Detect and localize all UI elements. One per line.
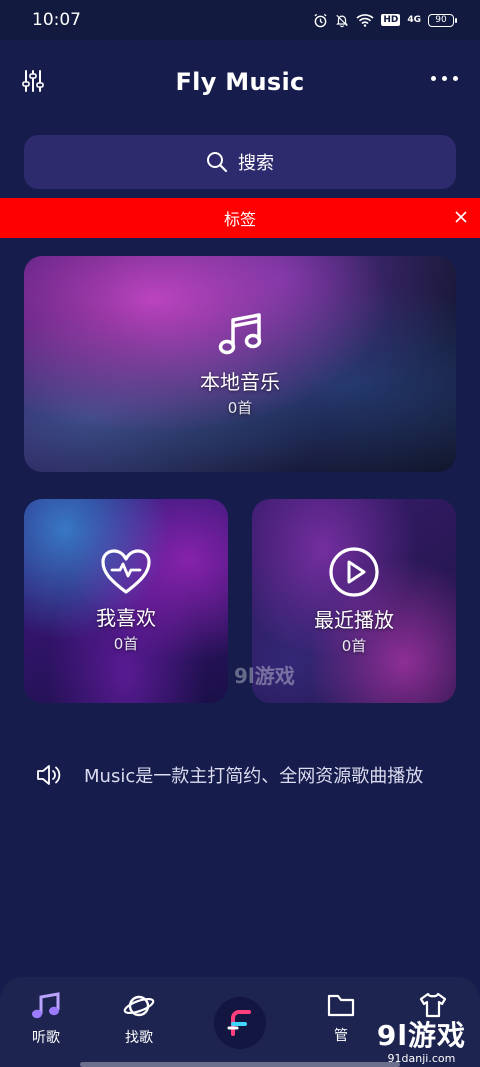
favorites-card[interactable]: 我喜欢 0首 bbox=[24, 499, 228, 703]
recent-played-title: 最近播放 bbox=[314, 608, 394, 632]
announcement-marquee: Music是一款主打简约、全网资源歌曲播放 bbox=[36, 760, 446, 790]
favorites-title: 我喜欢 bbox=[96, 606, 156, 630]
music-note-icon bbox=[218, 313, 262, 355]
watermark-center: 9l游戏 bbox=[234, 664, 295, 688]
app-header: Fly Music bbox=[0, 50, 480, 114]
wifi-icon bbox=[356, 14, 374, 27]
favorites-count: 0首 bbox=[113, 635, 139, 653]
status-bar: 10:07 HD 4G 90 bbox=[0, 0, 480, 40]
status-time: 10:07 bbox=[32, 10, 81, 30]
battery-icon: 90 bbox=[428, 13, 457, 27]
search-bar[interactable]: 搜索 bbox=[24, 135, 456, 189]
local-music-card[interactable]: 本地音乐 0首 bbox=[24, 256, 456, 472]
nav-discover-label: 找歌 bbox=[125, 1030, 153, 1046]
nav-listen[interactable]: 听歌 bbox=[11, 991, 81, 1047]
play-circle-icon bbox=[329, 547, 379, 597]
equalizer-icon[interactable] bbox=[22, 69, 44, 93]
watermark-logo: 9l游戏 bbox=[376, 1019, 466, 1052]
banner-label: 标签 bbox=[223, 210, 256, 229]
announcement-text: Music是一款主打简约、全网资源歌曲播放 bbox=[84, 766, 424, 787]
app-logo-icon bbox=[227, 1010, 251, 1036]
tag-banner[interactable]: 标签 bbox=[0, 198, 480, 238]
planet-icon bbox=[123, 995, 155, 1017]
local-music-title: 本地音乐 bbox=[200, 370, 280, 394]
local-music-count: 0首 bbox=[227, 399, 253, 417]
alarm-icon bbox=[314, 13, 327, 27]
recent-played-count: 0首 bbox=[341, 637, 367, 655]
nav-listen-label: 听歌 bbox=[32, 1030, 60, 1046]
nav-manage[interactable]: 管 bbox=[306, 991, 376, 1045]
folder-icon bbox=[327, 994, 355, 1017]
mute-bell-icon bbox=[336, 14, 349, 27]
hd-badge: HD bbox=[381, 14, 401, 26]
search-label: 搜索 bbox=[238, 153, 274, 174]
heart-pulse-icon bbox=[101, 549, 151, 594]
home-indicator[interactable] bbox=[80, 1062, 400, 1067]
nav-manage-label: 管 bbox=[334, 1028, 348, 1044]
signal-icon: 4G bbox=[407, 14, 421, 25]
watermark-corner: 9l游戏 91danji.com bbox=[377, 1014, 466, 1065]
nav-discover[interactable]: 找歌 bbox=[104, 991, 174, 1047]
close-icon[interactable] bbox=[454, 210, 468, 224]
speaker-icon bbox=[37, 765, 61, 785]
search-icon bbox=[207, 152, 228, 173]
page-title: Fly Music bbox=[175, 68, 305, 96]
more-options-icon[interactable] bbox=[431, 76, 458, 81]
music-note-icon bbox=[32, 992, 60, 1019]
nav-player-button[interactable] bbox=[214, 997, 266, 1049]
status-icons: HD 4G 90 bbox=[313, 13, 457, 28]
